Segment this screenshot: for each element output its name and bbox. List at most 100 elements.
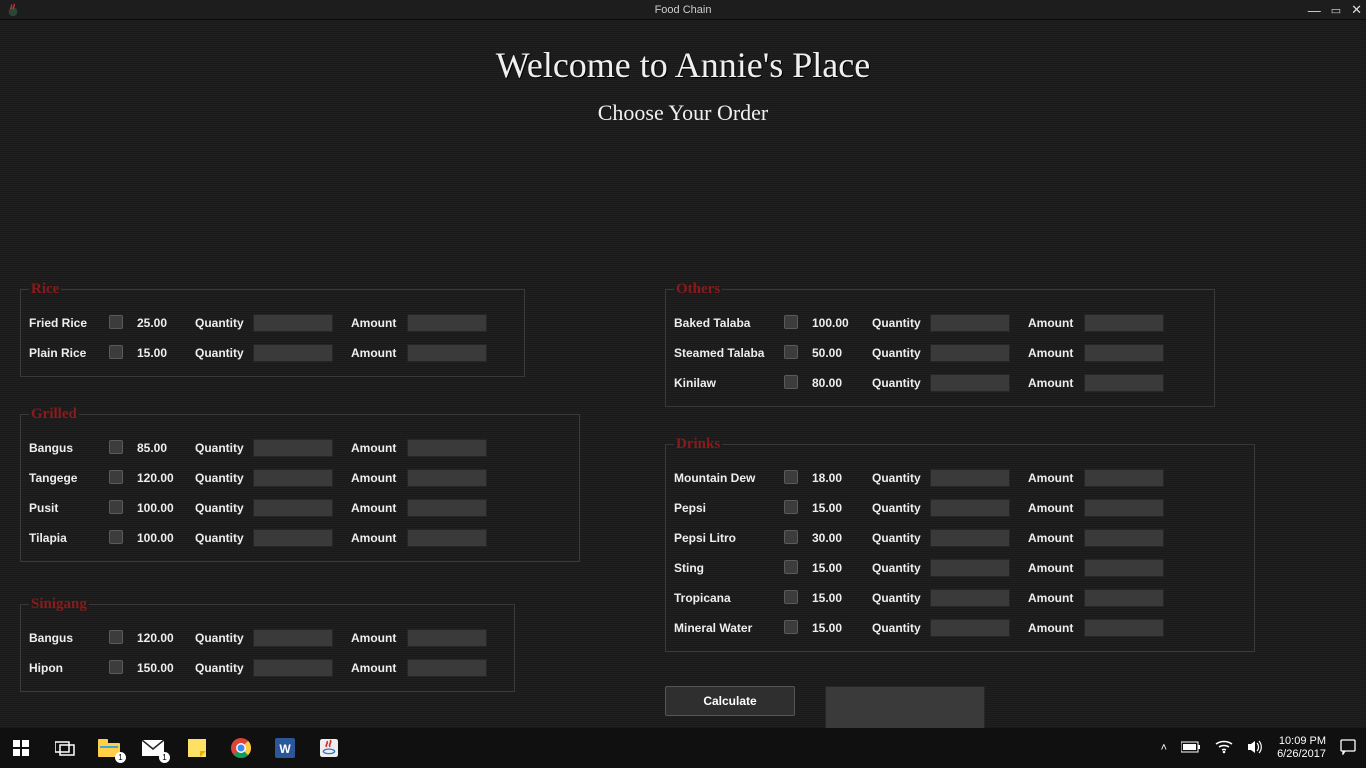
- quantity-input[interactable]: [930, 499, 1010, 517]
- amount-output: [407, 469, 487, 487]
- item-name: Baked Talaba: [674, 316, 784, 330]
- item-checkbox[interactable]: [784, 315, 798, 329]
- battery-icon[interactable]: [1181, 741, 1201, 756]
- item-checkbox[interactable]: [109, 660, 123, 674]
- quantity-input[interactable]: [253, 469, 333, 487]
- quantity-input[interactable]: [930, 559, 1010, 577]
- item-price: 15.00: [812, 501, 872, 515]
- amount-output: [1084, 469, 1164, 487]
- item-checkbox[interactable]: [109, 315, 123, 329]
- quantity-input[interactable]: [253, 314, 333, 332]
- quantity-input[interactable]: [930, 314, 1010, 332]
- amount-output: [1084, 589, 1164, 607]
- item-checkbox[interactable]: [109, 500, 123, 514]
- java-app-icon[interactable]: [316, 735, 342, 761]
- item-name: Bangus: [29, 631, 109, 645]
- item-name: Sting: [674, 561, 784, 575]
- start-icon[interactable]: [8, 735, 34, 761]
- quantity-input[interactable]: [253, 659, 333, 677]
- quantity-input[interactable]: [253, 499, 333, 517]
- item-price: 100.00: [137, 501, 195, 515]
- amount-output: [407, 439, 487, 457]
- group-rice: Rice Fried Rice25.00QuantityAmountPlain …: [20, 281, 525, 377]
- explorer-icon[interactable]: [96, 735, 122, 761]
- mail-icon[interactable]: [140, 735, 166, 761]
- grilled-row: Bangus85.00QuantityAmount: [29, 433, 571, 463]
- item-checkbox[interactable]: [784, 470, 798, 484]
- quantity-input[interactable]: [930, 589, 1010, 607]
- amount-output: [407, 629, 487, 647]
- chrome-icon[interactable]: [228, 735, 254, 761]
- grilled-rows: Bangus85.00QuantityAmountTangege120.00Qu…: [29, 433, 571, 553]
- group-sinigang: Sinigang Bangus120.00QuantityAmountHipon…: [20, 596, 515, 692]
- item-price: 50.00: [812, 346, 872, 360]
- others-row: Kinilaw80.00QuantityAmount: [674, 368, 1206, 398]
- item-checkbox[interactable]: [784, 530, 798, 544]
- taskview-icon[interactable]: [52, 735, 78, 761]
- item-checkbox[interactable]: [784, 375, 798, 389]
- item-price: 15.00: [812, 591, 872, 605]
- quantity-input[interactable]: [253, 529, 333, 547]
- quantity-input[interactable]: [253, 344, 333, 362]
- tray-chevron-icon[interactable]: ˄: [1161, 742, 1167, 754]
- amount-label: Amount: [351, 661, 407, 675]
- drinks-row: Tropicana15.00QuantityAmount: [674, 583, 1246, 613]
- item-checkbox[interactable]: [109, 630, 123, 644]
- amount-label: Amount: [1028, 501, 1084, 515]
- quantity-input[interactable]: [253, 629, 333, 647]
- quantity-input[interactable]: [930, 344, 1010, 362]
- quantity-input[interactable]: [930, 374, 1010, 392]
- item-checkbox[interactable]: [109, 440, 123, 454]
- volume-icon[interactable]: [1247, 740, 1263, 757]
- quantity-input[interactable]: [930, 469, 1010, 487]
- others-row: Baked Talaba100.00QuantityAmount: [674, 308, 1206, 338]
- quantity-label: Quantity: [872, 621, 930, 635]
- grilled-row: Pusit100.00QuantityAmount: [29, 493, 571, 523]
- group-grilled-title: Grilled: [29, 406, 79, 423]
- wifi-icon[interactable]: [1215, 740, 1233, 757]
- drinks-row: Pepsi15.00QuantityAmount: [674, 493, 1246, 523]
- item-checkbox[interactable]: [109, 470, 123, 484]
- item-checkbox[interactable]: [109, 345, 123, 359]
- item-checkbox[interactable]: [784, 345, 798, 359]
- group-drinks-title: Drinks: [674, 436, 722, 453]
- java-icon: [6, 3, 20, 17]
- quantity-label: Quantity: [872, 316, 930, 330]
- choose-subtitle: Choose Your Order: [0, 100, 1366, 126]
- calculate-button[interactable]: Calculate: [665, 686, 795, 716]
- amount-label: Amount: [1028, 561, 1084, 575]
- quantity-label: Quantity: [195, 661, 253, 675]
- quantity-input[interactable]: [930, 529, 1010, 547]
- item-price: 80.00: [812, 376, 872, 390]
- item-price: 25.00: [137, 316, 195, 330]
- item-name: Pepsi Litro: [674, 531, 784, 545]
- quantity-input[interactable]: [253, 439, 333, 457]
- item-checkbox[interactable]: [784, 620, 798, 634]
- group-grilled: Grilled Bangus85.00QuantityAmountTangege…: [20, 406, 580, 562]
- item-checkbox[interactable]: [784, 590, 798, 604]
- amount-output: [1084, 529, 1164, 547]
- action-center-icon[interactable]: [1340, 739, 1356, 758]
- taskbar-clock[interactable]: 10:09 PM 6/26/2017: [1277, 735, 1326, 761]
- quantity-label: Quantity: [195, 501, 253, 515]
- maximize-button[interactable]: ▭: [1331, 4, 1341, 17]
- item-name: Pusit: [29, 501, 109, 515]
- item-checkbox[interactable]: [784, 560, 798, 574]
- quantity-label: Quantity: [872, 591, 930, 605]
- word-icon[interactable]: W: [272, 735, 298, 761]
- minimize-button[interactable]: —: [1308, 3, 1321, 18]
- drinks-row: Mountain Dew18.00QuantityAmount: [674, 463, 1246, 493]
- quantity-label: Quantity: [195, 316, 253, 330]
- amount-output: [1084, 314, 1164, 332]
- item-name: Bangus: [29, 441, 109, 455]
- item-checkbox[interactable]: [109, 530, 123, 544]
- item-price: 100.00: [137, 531, 195, 545]
- quantity-input[interactable]: [930, 619, 1010, 637]
- item-checkbox[interactable]: [784, 500, 798, 514]
- amount-output: [1084, 499, 1164, 517]
- close-button[interactable]: ✕: [1351, 2, 1362, 18]
- item-name: Tropicana: [674, 591, 784, 605]
- item-price: 15.00: [812, 561, 872, 575]
- sticky-notes-icon[interactable]: [184, 735, 210, 761]
- group-drinks: Drinks Mountain Dew18.00QuantityAmountPe…: [665, 436, 1255, 652]
